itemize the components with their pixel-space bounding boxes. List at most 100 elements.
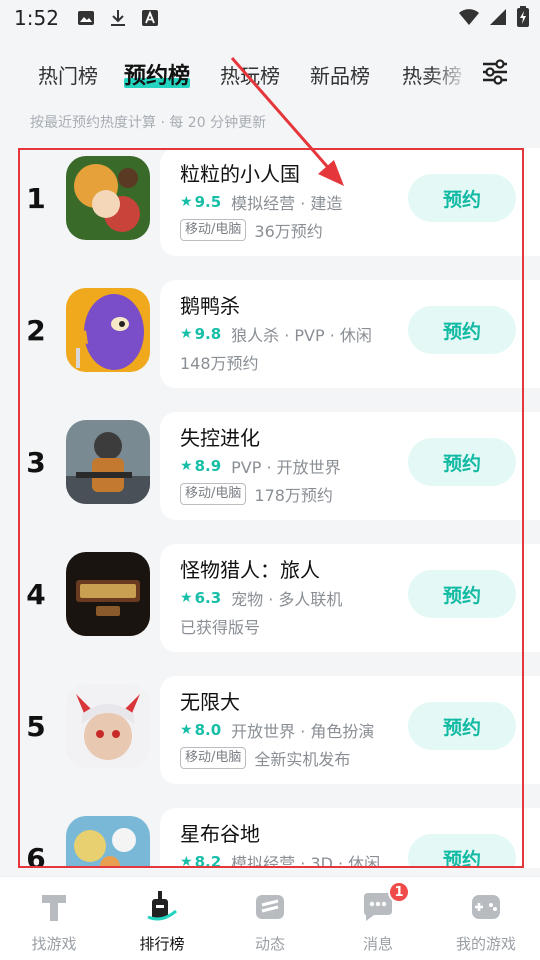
- game-icon[interactable]: [66, 684, 150, 768]
- rating-value: 8.9: [194, 457, 222, 475]
- game-meta: ★ 9.5 模拟经营 · 建造: [180, 190, 342, 214]
- reserve-button[interactable]: 预约: [408, 702, 516, 750]
- game-title[interactable]: 怪物猎人：旅人: [180, 554, 320, 583]
- nav-label: 找游戏: [31, 935, 77, 953]
- reservation-count: 148万预约: [180, 354, 259, 373]
- platform-badge: 移动/电脑: [180, 219, 247, 241]
- rating-value: 6.3: [194, 589, 222, 607]
- game-tags: 模拟经营 · 建造: [231, 194, 343, 213]
- my-games-icon: [472, 895, 500, 919]
- ranking-list: 1 粒粒的小人国 ★ 9.5 模拟经营 · 建造 移动/电脑 36万预约 预约 2…: [0, 148, 540, 868]
- game-tags: 宠物 · 多人联机: [231, 590, 343, 609]
- game-rating: ★ 6.3: [180, 589, 221, 607]
- game-info: 148万预约: [180, 350, 259, 374]
- nav-label: 动态: [254, 935, 285, 953]
- rating-value: 9.5: [194, 193, 222, 211]
- tab-reservation[interactable]: 预约榜: [124, 58, 191, 90]
- game-rating: ★ 8.9: [180, 457, 221, 475]
- reserve-button[interactable]: 预约: [408, 306, 516, 354]
- game-title[interactable]: 粒粒的小人国: [180, 158, 300, 187]
- nav-label: 消息: [362, 935, 393, 953]
- tab-hot-play[interactable]: 热玩榜: [220, 60, 280, 89]
- ranking-subtitle: 按最近预约热度计算 · 每 20 分钟更新: [30, 115, 267, 131]
- app-a-icon: [141, 10, 158, 26]
- reservation-count: 36万预约: [254, 222, 323, 241]
- ranking-row[interactable]: 4 怪物猎人：旅人 ★ 6.3 宠物 · 多人联机 已获得版号 预约: [0, 544, 540, 658]
- ranking-row[interactable]: 2 鹅鸭杀 ★ 9.8 狼人杀 · PVP · 休闲 148万预约 预约: [0, 280, 540, 394]
- nav-label: 排行榜: [139, 935, 185, 953]
- rank-number: 1: [26, 182, 46, 215]
- rank-number: 6: [26, 842, 46, 868]
- game-meta: ★ 8.0 开放世界 · 角色扮演: [180, 718, 374, 742]
- download-icon: [110, 10, 125, 26]
- game-info: 移动/电脑 178万预约: [180, 482, 333, 506]
- reserve-button[interactable]: 预约: [408, 438, 516, 486]
- game-rating: ★ 9.5: [180, 193, 221, 211]
- status-bar: 1:52: [0, 0, 540, 36]
- game-rating: ★ 8.2: [180, 853, 221, 868]
- game-meta: ★ 6.3 宠物 · 多人联机: [180, 586, 342, 610]
- game-icon[interactable]: [66, 288, 150, 372]
- game-rating: ★ 9.8: [180, 325, 221, 343]
- reserve-button[interactable]: 预约: [408, 834, 516, 868]
- rank-number: 4: [26, 578, 46, 611]
- nav-label: 我的游戏: [455, 935, 516, 953]
- star-icon: ★: [180, 458, 193, 474]
- game-title[interactable]: 无限大: [180, 686, 240, 715]
- nav-find-game[interactable]: 找游戏: [0, 877, 108, 960]
- game-tags: 开放世界 · 角色扮演: [231, 722, 375, 741]
- rank-number: 3: [26, 446, 46, 479]
- nav-message[interactable]: 1 消息: [324, 877, 432, 960]
- tab-fade: [430, 52, 470, 96]
- game-icon[interactable]: [66, 420, 150, 504]
- reservation-count: 178万预约: [254, 486, 333, 505]
- star-icon: ★: [180, 854, 193, 868]
- feed-icon: [256, 895, 284, 919]
- tab-new[interactable]: 新品榜: [310, 60, 370, 89]
- game-title[interactable]: 鹅鸭杀: [180, 290, 240, 319]
- star-icon: ★: [180, 194, 193, 210]
- game-tags: 模拟经营 · 3D · 休闲: [231, 854, 381, 868]
- nav-my-games[interactable]: 我的游戏: [432, 877, 540, 960]
- game-title[interactable]: 星布谷地: [180, 818, 260, 847]
- game-meta: ★ 9.8 狼人杀 · PVP · 休闲: [180, 322, 372, 346]
- rank-number: 5: [26, 710, 46, 743]
- status-time: 1:52: [14, 6, 59, 30]
- reserve-button[interactable]: 预约: [408, 570, 516, 618]
- game-meta: ★ 8.9 PVP · 开放世界: [180, 454, 341, 478]
- filter-sliders-icon: [483, 59, 507, 85]
- find-game-icon: [42, 895, 66, 921]
- platform-badge: 移动/电脑: [180, 483, 247, 505]
- game-rating: ★ 8.0: [180, 721, 221, 739]
- wifi-icon: [459, 9, 479, 25]
- battery-icon: [517, 6, 529, 27]
- gallery-icon: [77, 11, 94, 25]
- game-info: 移动/电脑 36万预约: [180, 218, 323, 242]
- bottom-nav: 找游戏 排行榜 动态 1 消息 我的游戏: [0, 876, 540, 960]
- star-icon: ★: [180, 326, 193, 342]
- ranking-row[interactable]: 1 粒粒的小人国 ★ 9.5 模拟经营 · 建造 移动/电脑 36万预约 预约: [0, 148, 540, 262]
- ranking-row[interactable]: 5 无限大 ★ 8.0 开放世界 · 角色扮演 移动/电脑 全新实机发布 预约: [0, 676, 540, 790]
- game-info: 移动/电脑 全新实机发布: [180, 746, 350, 770]
- game-icon[interactable]: [66, 816, 150, 868]
- ranking-icon: [147, 891, 177, 921]
- ranking-row[interactable]: 3 失控进化 ★ 8.9 PVP · 开放世界 移动/电脑 178万预约 预约: [0, 412, 540, 526]
- nav-feed[interactable]: 动态: [216, 877, 324, 960]
- nav-ranking[interactable]: 排行榜: [108, 877, 216, 960]
- game-icon[interactable]: [66, 552, 150, 636]
- game-info: 已获得版号: [180, 614, 260, 638]
- rating-value: 9.8: [194, 325, 222, 343]
- signal-icon: [490, 9, 506, 25]
- rating-value: 8.0: [194, 721, 222, 739]
- reserve-button[interactable]: 预约: [408, 174, 516, 222]
- game-icon[interactable]: [66, 156, 150, 240]
- star-icon: ★: [180, 590, 193, 606]
- game-tags: PVP · 开放世界: [231, 458, 341, 477]
- reservation-count: 全新实机发布: [254, 750, 351, 769]
- tab-hot[interactable]: 热门榜: [38, 60, 98, 89]
- reservation-count: 已获得版号: [180, 618, 261, 637]
- ranking-row[interactable]: 6 星布谷地 ★ 8.2 模拟经营 · 3D · 休闲 预约: [0, 808, 540, 868]
- filter-button[interactable]: [478, 54, 512, 90]
- game-title[interactable]: 失控进化: [180, 422, 260, 451]
- message-badge: 1: [388, 881, 410, 903]
